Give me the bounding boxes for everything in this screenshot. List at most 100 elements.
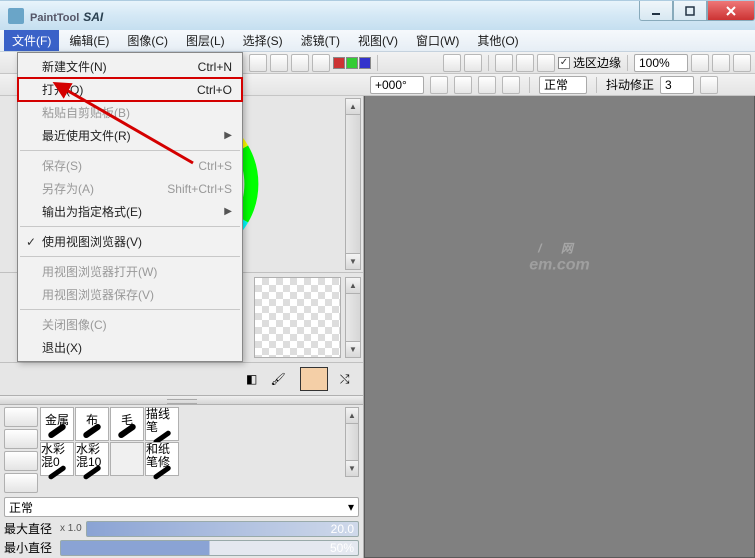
menuitem-use-viewer[interactable]: 使用视图浏览器(V) bbox=[18, 230, 242, 253]
tool-swatch-icon[interactable] bbox=[312, 54, 330, 72]
menuitem-save-shortcut: Ctrl+S bbox=[198, 159, 232, 173]
canvas-area[interactable]: / 网 em.com bbox=[364, 96, 755, 558]
close-button[interactable] bbox=[707, 1, 755, 21]
brush-trash-button[interactable] bbox=[4, 429, 38, 449]
zoom-field[interactable]: 100% bbox=[634, 54, 688, 72]
menuitem-save-label: 保存(S) bbox=[42, 157, 82, 174]
tool-color-wheel-icon[interactable] bbox=[249, 54, 267, 72]
brush-up-button[interactable] bbox=[4, 451, 38, 471]
x-prefix: x 1.0 bbox=[60, 523, 82, 534]
deselect-button[interactable] bbox=[495, 54, 513, 72]
scroll-down-icon[interactable]: ▼ bbox=[346, 341, 360, 357]
menu-window[interactable]: 窗口(W) bbox=[408, 30, 467, 51]
app-title-sai: SAI bbox=[83, 10, 103, 24]
menu-separator bbox=[20, 226, 240, 227]
divider bbox=[529, 77, 530, 93]
brush-down-button[interactable] bbox=[4, 473, 38, 493]
flip-h-button[interactable] bbox=[502, 76, 520, 94]
submenu-arrow-icon: ▶ bbox=[224, 130, 232, 141]
menu-edit[interactable]: 编辑(E) bbox=[61, 30, 117, 51]
brush-blend-mode[interactable]: 正常 ▾ bbox=[4, 497, 359, 517]
brush-scrollbar[interactable]: ▲ ▼ bbox=[345, 407, 359, 477]
brush-label: 水彩混0 bbox=[41, 443, 73, 469]
min-diameter-slider[interactable]: 50% bbox=[60, 540, 359, 556]
scroll-up-icon[interactable]: ▲ bbox=[346, 99, 360, 115]
scroll-down-icon[interactable]: ▼ bbox=[346, 460, 358, 476]
menuitem-paste-from-clipboard[interactable]: 粘贴自剪贴板(B) bbox=[18, 101, 242, 124]
invert-button[interactable] bbox=[516, 54, 534, 72]
swatches-icon[interactable] bbox=[333, 57, 371, 69]
shake-dropdown-icon[interactable] bbox=[700, 76, 718, 94]
menu-select[interactable]: 选择(S) bbox=[235, 30, 291, 51]
max-diameter-slider[interactable]: 20.0 bbox=[86, 521, 359, 537]
menu-view[interactable]: 视图(V) bbox=[350, 30, 406, 51]
swap-colors-icon[interactable]: ⤭ bbox=[334, 369, 355, 389]
minimize-button[interactable] bbox=[639, 1, 673, 21]
brush-cell-water0[interactable]: 水彩混0 bbox=[40, 442, 74, 476]
menuitem-new-shortcut: Ctrl+N bbox=[198, 60, 232, 74]
colorwheel-scrollbar[interactable]: ▲ ▼ bbox=[345, 98, 361, 270]
color-chip-row: ◧ 🖌 ⤭ bbox=[0, 362, 363, 395]
brush-cell-fur[interactable]: 毛 bbox=[110, 407, 144, 441]
scroll-track[interactable] bbox=[346, 294, 360, 341]
tool-palette-icon[interactable] bbox=[291, 54, 309, 72]
menu-other[interactable]: 其他(O) bbox=[469, 30, 526, 51]
scroll-track[interactable] bbox=[346, 115, 360, 253]
scroll-up-icon[interactable]: ▲ bbox=[346, 408, 358, 424]
eraser-icon[interactable]: ◧ bbox=[241, 369, 262, 389]
brush-label: 水彩混10 bbox=[76, 443, 108, 469]
zoom-fit-button[interactable] bbox=[733, 54, 751, 72]
menuitem-saveas-label: 另存为(A) bbox=[42, 180, 94, 197]
menu-layer[interactable]: 图层(L) bbox=[178, 30, 233, 51]
menuitem-exit[interactable]: 退出(X) bbox=[18, 336, 242, 359]
brush-cell-water10[interactable]: 水彩混10 bbox=[75, 442, 109, 476]
brush-cell-metal[interactable]: 金属 bbox=[40, 407, 74, 441]
menuitem-open-shortcut: Ctrl+O bbox=[197, 83, 232, 97]
swatch-grid[interactable] bbox=[254, 277, 341, 358]
min-diameter-row: 最小直径 50% bbox=[4, 539, 359, 556]
menuitem-export[interactable]: 输出为指定格式(E) ▶ bbox=[18, 200, 242, 223]
primary-color-chip[interactable] bbox=[300, 367, 328, 391]
redo-button[interactable] bbox=[464, 54, 482, 72]
brush-panel: 金属 布 毛 描线笔 水彩混0 水彩混10 和纸笔修 ▲ ▼ 正常 ▾ bbox=[0, 405, 363, 558]
watermark: / 网 em.com bbox=[529, 240, 589, 275]
menuitem-new-label: 新建文件(N) bbox=[42, 58, 107, 75]
blend-mode-field[interactable]: 正常 bbox=[539, 76, 587, 94]
menuitem-open[interactable]: 打开(O) Ctrl+O bbox=[18, 78, 242, 101]
horizontal-splitter[interactable] bbox=[0, 395, 363, 405]
undo-button[interactable] bbox=[443, 54, 461, 72]
brush-label: 和纸笔修 bbox=[146, 443, 178, 469]
tool-slider-icon[interactable] bbox=[270, 54, 288, 72]
brush-cell-linepen[interactable]: 描线笔 bbox=[145, 407, 179, 441]
min-diam-label: 最小直径 bbox=[4, 539, 56, 556]
brush-cell-cloth[interactable]: 布 bbox=[75, 407, 109, 441]
menu-file[interactable]: 文件(F) bbox=[4, 30, 59, 51]
brush-cell-japanpaper[interactable]: 和纸笔修 bbox=[145, 442, 179, 476]
brush-icon[interactable]: 🖌 bbox=[268, 369, 289, 389]
shake-field[interactable]: 3 bbox=[660, 76, 694, 94]
menuitem-close-label: 关闭图像(C) bbox=[42, 316, 107, 333]
scroll-down-icon[interactable]: ▼ bbox=[346, 253, 360, 269]
menu-filter[interactable]: 滤镜(T) bbox=[293, 30, 348, 51]
angle-field[interactable]: +000° bbox=[370, 76, 424, 94]
showselection-button[interactable] bbox=[537, 54, 555, 72]
maximize-button[interactable] bbox=[673, 1, 707, 21]
scroll-up-icon[interactable]: ▲ bbox=[346, 278, 360, 294]
swatch-scrollbar[interactable]: ▲ ▼ bbox=[345, 277, 361, 358]
rotate-ccw-button[interactable] bbox=[430, 76, 448, 94]
seledge-checkbox[interactable]: ✓ bbox=[558, 57, 570, 69]
brush-cell-empty[interactable] bbox=[110, 442, 144, 476]
zoom-in-button[interactable] bbox=[712, 54, 730, 72]
menuitem-new-file[interactable]: 新建文件(N) Ctrl+N bbox=[18, 55, 242, 78]
menuitem-save-in-viewer: 用视图浏览器保存(V) bbox=[18, 283, 242, 306]
zoom-out-button[interactable] bbox=[691, 54, 709, 72]
reset-rotation-button[interactable] bbox=[478, 76, 496, 94]
scroll-track[interactable] bbox=[346, 424, 358, 460]
brush-save-button[interactable] bbox=[4, 407, 38, 427]
brush-label: 描线笔 bbox=[146, 408, 178, 434]
rotate-cw-button[interactable] bbox=[454, 76, 472, 94]
chevron-down-icon: ▾ bbox=[348, 500, 354, 514]
menuitem-recent-files[interactable]: 最近使用文件(R) ▶ bbox=[18, 124, 242, 147]
menuitem-viewer-label: 使用视图浏览器(V) bbox=[42, 233, 142, 250]
menu-image[interactable]: 图像(C) bbox=[119, 30, 176, 51]
